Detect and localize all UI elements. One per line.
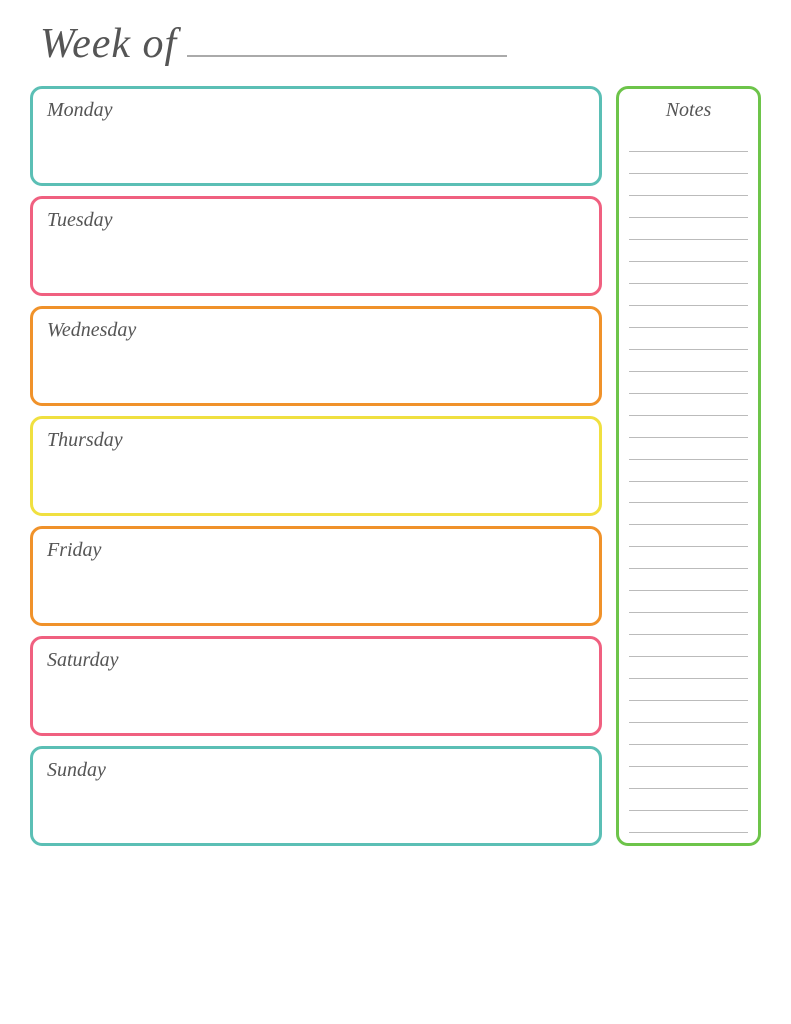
note-line-spacer xyxy=(629,503,748,524)
days-column: Monday Tuesday Wednesday Thursday Friday… xyxy=(30,86,602,846)
note-line-spacer xyxy=(629,460,748,481)
note-line-spacer xyxy=(629,591,748,612)
note-line-spacer xyxy=(629,174,748,195)
thursday-label: Thursday xyxy=(47,429,585,452)
sunday-label: Sunday xyxy=(47,759,585,782)
wednesday-box[interactable]: Wednesday xyxy=(30,306,602,406)
wednesday-label: Wednesday xyxy=(47,319,585,342)
note-line-spacer xyxy=(629,679,748,700)
note-line-spacer xyxy=(629,262,748,283)
note-line-spacer xyxy=(629,482,748,503)
main-layout: Monday Tuesday Wednesday Thursday Friday… xyxy=(30,86,761,846)
note-line-spacer xyxy=(629,811,748,832)
week-of-label: Week of xyxy=(40,20,177,68)
notes-column[interactable]: Notes xyxy=(616,86,761,846)
note-line-spacer xyxy=(629,240,748,261)
note-line-spacer xyxy=(629,394,748,415)
note-line-spacer xyxy=(629,635,748,656)
note-line-spacer xyxy=(629,284,748,305)
note-line-spacer xyxy=(629,372,748,393)
tuesday-box[interactable]: Tuesday xyxy=(30,196,602,296)
note-line-spacer xyxy=(629,218,748,239)
note-line-spacer xyxy=(629,306,748,327)
note-line-spacer xyxy=(629,701,748,722)
note-line-spacer xyxy=(629,196,748,217)
tuesday-label: Tuesday xyxy=(47,209,585,232)
sunday-box[interactable]: Sunday xyxy=(30,746,602,846)
friday-box[interactable]: Friday xyxy=(30,526,602,626)
saturday-box[interactable]: Saturday xyxy=(30,636,602,736)
friday-label: Friday xyxy=(47,539,585,562)
page-header: Week of xyxy=(30,20,761,68)
notes-lines xyxy=(629,130,748,833)
note-line-spacer xyxy=(629,789,748,810)
note-line-spacer xyxy=(629,613,748,634)
note-line-spacer xyxy=(629,438,748,459)
note-line-spacer xyxy=(629,767,748,788)
thursday-box[interactable]: Thursday xyxy=(30,416,602,516)
note-line-spacer xyxy=(629,569,748,590)
note-line-spacer xyxy=(629,525,748,546)
note-line-spacer xyxy=(629,416,748,437)
note-line xyxy=(629,832,748,833)
note-line-spacer xyxy=(629,745,748,766)
notes-title: Notes xyxy=(629,99,748,122)
week-of-underline xyxy=(187,55,507,57)
monday-label: Monday xyxy=(47,99,585,122)
monday-box[interactable]: Monday xyxy=(30,86,602,186)
note-line-spacer xyxy=(629,350,748,371)
note-line-spacer xyxy=(629,723,748,744)
note-line-spacer xyxy=(629,657,748,678)
note-line-spacer xyxy=(629,130,748,151)
saturday-label: Saturday xyxy=(47,649,585,672)
note-line-spacer xyxy=(629,547,748,568)
note-line-spacer xyxy=(629,328,748,349)
note-line-spacer xyxy=(629,152,748,173)
